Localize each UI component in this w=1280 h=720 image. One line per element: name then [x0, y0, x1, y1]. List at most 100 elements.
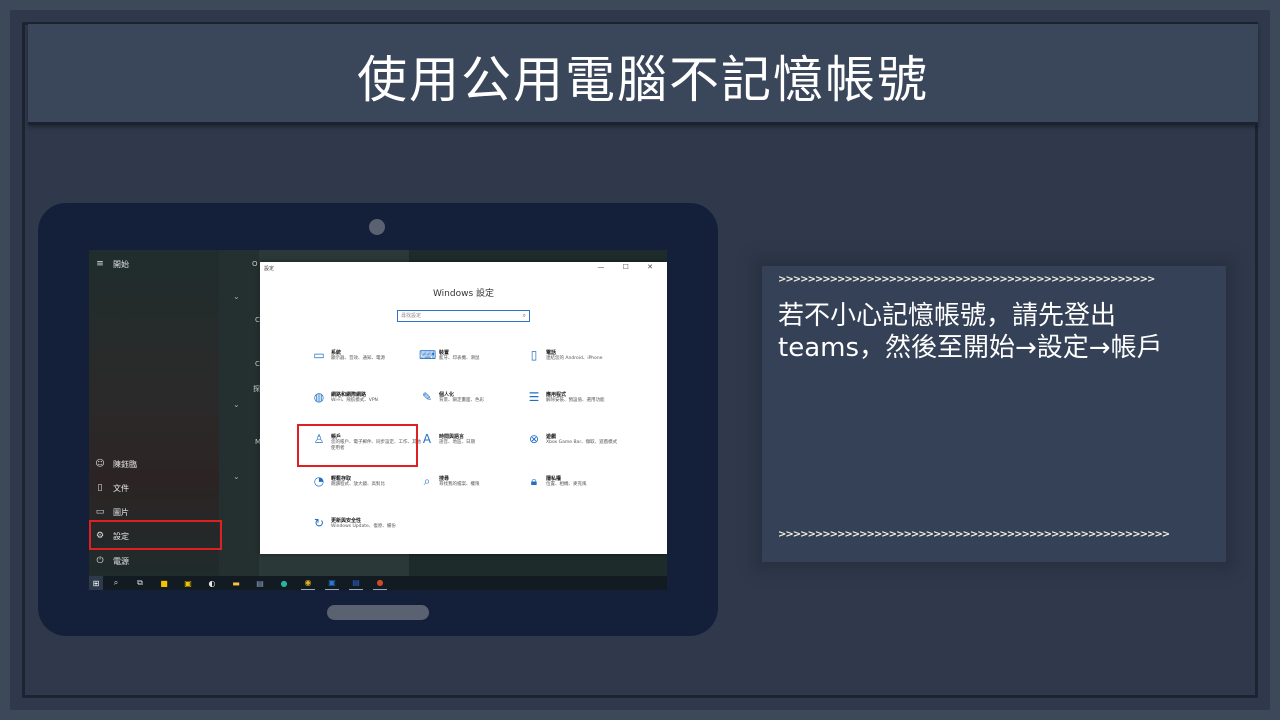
file-explorer-icon[interactable]: ▬ [229, 576, 243, 590]
phone-icon: ▯ [530, 348, 538, 362]
category-personalization[interactable]: ✎ 個人化 背景、鎖定畫面、色彩 [419, 390, 529, 418]
laptop-icon: ▭ [313, 348, 325, 362]
category-desc: 語音、地區、日期 [439, 440, 475, 445]
tablet-home-button [327, 605, 429, 620]
category-name: 輕鬆存取 [331, 476, 352, 482]
settings-window: 設定 — ☐ ✕ Windows 設定 尋找設定 ⌕ ▭ 系統 顯示器、音效、通… [260, 262, 667, 554]
instruction-panel: >>>>>>>>>>>>>>>>>>>>>>>>>>>>>>>>>>>>>>>>… [762, 266, 1226, 562]
xbox-icon: ⊗ [528, 432, 540, 446]
accounts-highlight-box [297, 424, 418, 467]
category-privacy[interactable]: 🔒︎ 隱私權 位置、相機、麥克風 [526, 474, 636, 502]
user-icon: ☺ [95, 459, 105, 469]
start-list-column: ⌄ ⌄ ⌄ [219, 250, 259, 576]
category-desc: 連結您的 Android、iPhone [546, 356, 603, 361]
chevron-down-icon[interactable]: ⌄ [233, 400, 240, 409]
tablet-screen: ≡ 開始 ☺ 陳鈺臨 ▯ 文件 ▭ 圖片 ⚙ 設定 ⏻ 電源 ⌄ ⌄ ⌄ O C… [89, 250, 667, 590]
tile-label: O [252, 260, 258, 268]
search-icon: ⌕ [522, 312, 526, 319]
category-name: 時間與語言 [439, 434, 465, 440]
document-icon: ▯ [97, 483, 103, 493]
settings-highlight-box [89, 520, 222, 550]
category-apps[interactable]: ☰ 應用程式 解除安裝、預設值、選用功能 [526, 390, 636, 418]
paint-icon[interactable]: ◐ [205, 576, 219, 590]
start-item-user[interactable]: ☺ 陳鈺臨 [95, 455, 137, 473]
category-name: 網路和網際網路 [331, 392, 367, 398]
slide-title: 使用公用電腦不記憶帳號 [357, 51, 929, 109]
category-name: 裝置 [439, 350, 450, 356]
personalization-icon: ✎ [421, 390, 433, 404]
edge-icon[interactable]: ● [277, 576, 291, 590]
start-item-documents-label: 文件 [113, 483, 129, 493]
start-item-user-label: 陳鈺臨 [113, 459, 137, 469]
title-bar: 使用公用電腦不記憶帳號 [28, 24, 1258, 125]
search-placeholder: 尋找設定 [401, 313, 422, 319]
category-desc: Wi-Fi、飛航模式、VPN [331, 398, 378, 403]
decorative-arrows-top: >>>>>>>>>>>>>>>>>>>>>>>>>>>>>>>>>>>>>>>>… [778, 274, 1155, 285]
windows-start-icon[interactable]: ⊞ [89, 576, 103, 590]
category-name: 搜尋 [439, 476, 450, 482]
instruction-text: 若不小心記憶帳號，請先登出teams，然後至開始→設定→帳戶 [778, 301, 1163, 363]
category-name: 更新與安全性 [331, 518, 362, 524]
category-name: 應用程式 [546, 392, 567, 398]
store-icon[interactable]: ▣ [181, 576, 195, 590]
settings-heading: Windows 設定 [432, 289, 495, 299]
update-icon: ↻ [313, 516, 325, 530]
lock-icon: 🔒︎ [530, 474, 538, 488]
globe-icon: ◍ [313, 390, 325, 404]
category-name: 隱私權 [546, 476, 562, 482]
category-desc: 尋找我的檔案、權限 [439, 482, 480, 487]
tablet-camera [369, 219, 385, 235]
category-desc: 顯示器、音效、通知、電源 [331, 356, 385, 361]
category-system[interactable]: ▭ 系統 顯示器、音效、通知、電源 [311, 348, 421, 376]
category-name: 系統 [331, 350, 342, 356]
start-item-power-label: 電源 [113, 556, 129, 566]
window-controls[interactable]: — ☐ ✕ [597, 263, 661, 271]
category-desc: 解除安裝、預設值、選用功能 [546, 398, 605, 403]
chevron-down-icon[interactable]: ⌄ [233, 292, 240, 301]
category-name: 個人化 [439, 392, 455, 398]
decorative-arrows-bottom: >>>>>>>>>>>>>>>>>>>>>>>>>>>>>>>>>>>>>>>>… [778, 529, 1170, 540]
category-search[interactable]: ⌕ 搜尋 尋找我的檔案、權限 [419, 474, 529, 502]
start-item-power[interactable]: ⏻ 電源 [95, 552, 129, 570]
tile-label: 探 [253, 385, 260, 393]
category-desc: 藍牙、印表機、滑鼠 [439, 356, 480, 361]
category-network[interactable]: ◍ 網路和網際網路 Wi-Fi、飛航模式、VPN [311, 390, 421, 418]
category-name: 遊戲 [546, 434, 557, 440]
category-desc: 朗讀程式、放大鏡、高對比 [331, 482, 385, 487]
category-desc: Xbox Game Bar、擷取、遊戲模式 [546, 440, 618, 445]
category-desc: Windows Update、復原、備份 [331, 524, 396, 529]
time-language-icon: A [422, 432, 432, 446]
taskbar: ⊞ ⌕ ⧉ ■ ▣ ◐ ▬ ▤ ● ◉ ▣ ▤ ● [89, 576, 667, 590]
category-phone[interactable]: ▯ 電話 連結您的 Android、iPhone [526, 348, 636, 376]
category-desc: 位置、相機、麥克風 [546, 482, 587, 487]
window-title: 設定 [264, 266, 275, 272]
start-item-pictures-label: 圖片 [113, 507, 129, 517]
task-view-icon[interactable]: ⧉ [133, 576, 147, 590]
outlook-icon[interactable]: ▣ [325, 576, 339, 590]
start-header-label: 開始 [113, 259, 129, 269]
ease-of-access-icon: ◔ [313, 474, 325, 488]
category-desc: 背景、鎖定畫面、色彩 [439, 398, 484, 403]
category-update-security[interactable]: ↻ 更新與安全性 Windows Update、復原、備份 [311, 516, 421, 544]
category-devices[interactable]: ⌨ 裝置 藍牙、印表機、滑鼠 [419, 348, 529, 376]
category-ease-of-access[interactable]: ◔ 輕鬆存取 朗讀程式、放大鏡、高對比 [311, 474, 421, 502]
category-time-language[interactable]: A 時間與語言 語音、地區、日期 [419, 432, 529, 460]
hamburger-icon[interactable]: ≡ [95, 259, 105, 269]
start-menu-header[interactable]: ≡ 開始 [95, 255, 129, 273]
chrome-icon[interactable]: ◉ [301, 576, 315, 590]
settings-search-input[interactable]: 尋找設定 ⌕ [397, 310, 530, 322]
tablet-mockup: ≡ 開始 ☺ 陳鈺臨 ▯ 文件 ▭ 圖片 ⚙ 設定 ⏻ 電源 ⌄ ⌄ ⌄ O C… [38, 203, 718, 636]
sticky-notes-icon[interactable]: ■ [157, 576, 171, 590]
search-icon[interactable]: ⌕ [109, 576, 123, 590]
picture-icon: ▭ [95, 507, 105, 517]
apps-icon: ☰ [528, 390, 540, 404]
power-icon: ⏻ [96, 556, 104, 566]
word-icon[interactable]: ▤ [349, 576, 363, 590]
start-item-pictures[interactable]: ▭ 圖片 [95, 503, 129, 521]
chevron-down-icon[interactable]: ⌄ [233, 472, 240, 481]
powerpoint-icon[interactable]: ● [373, 576, 387, 590]
calculator-icon[interactable]: ▤ [253, 576, 267, 590]
category-gaming[interactable]: ⊗ 遊戲 Xbox Game Bar、擷取、遊戲模式 [526, 432, 636, 460]
search-icon: ⌕ [423, 474, 431, 488]
start-item-documents[interactable]: ▯ 文件 [95, 479, 129, 497]
